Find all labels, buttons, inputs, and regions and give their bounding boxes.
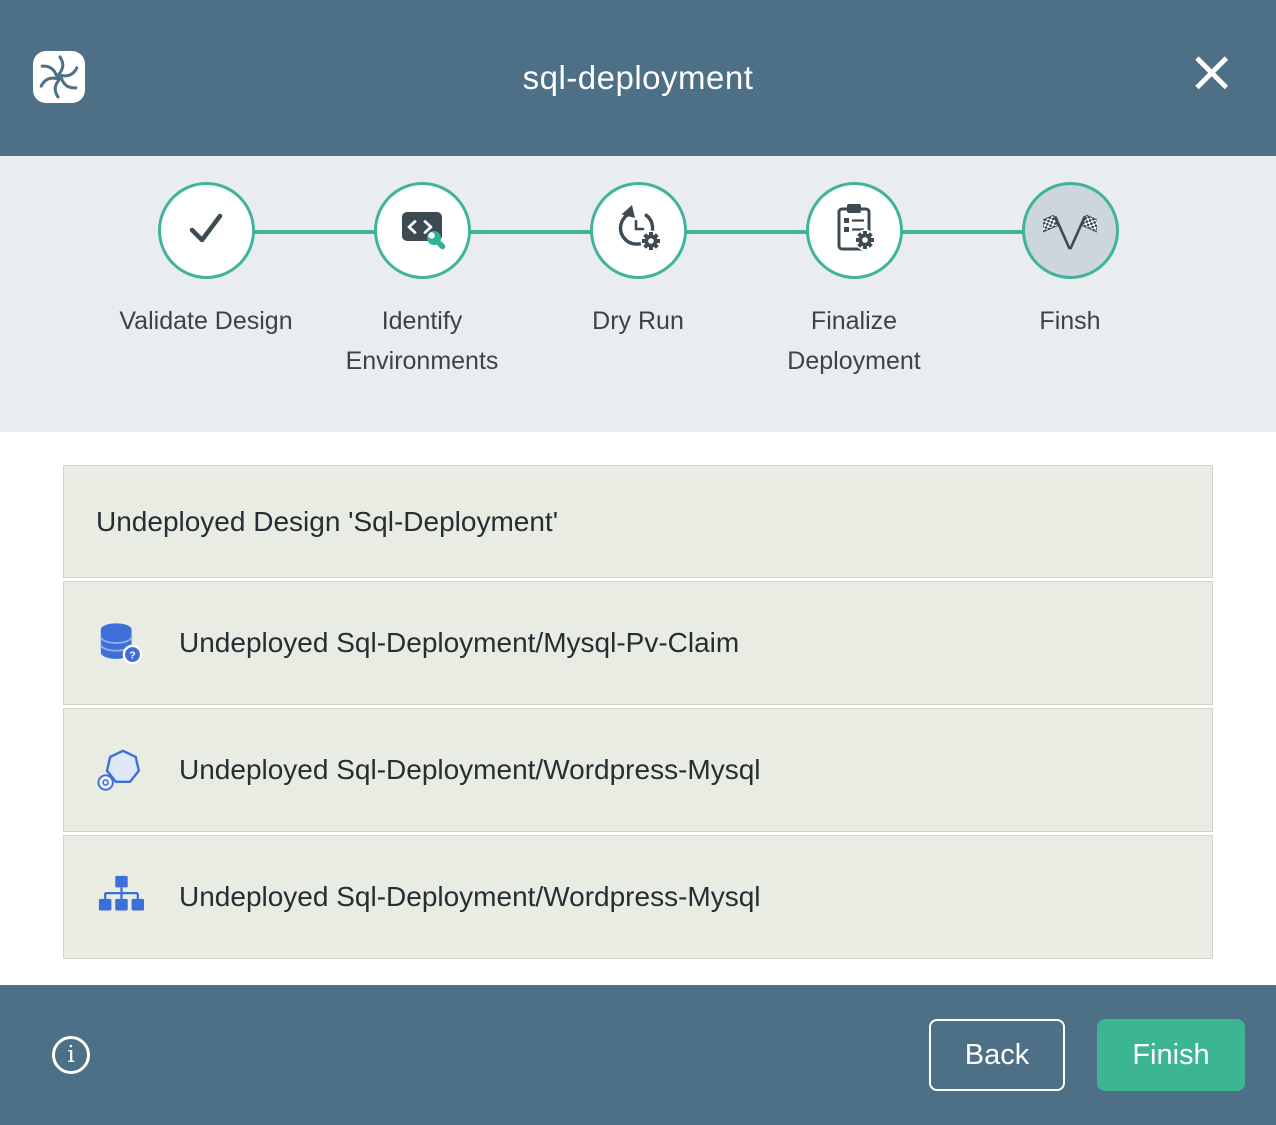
- database-icon: ?: [96, 618, 146, 668]
- step-finish: Finsh: [962, 182, 1178, 381]
- step-label: Identify Environments: [316, 302, 528, 381]
- checkered-flags-icon: [1043, 201, 1097, 260]
- svg-text:?: ?: [129, 649, 135, 661]
- code-wrench-icon: [397, 203, 447, 258]
- log-row-design: Undeployed Design 'Sql-Deployment': [63, 465, 1213, 578]
- info-glyph: i: [67, 1042, 74, 1068]
- history-gear-icon: [612, 202, 664, 259]
- dialog-header: sql-deployment ×: [0, 0, 1276, 156]
- finish-button[interactable]: Finish: [1097, 1019, 1245, 1091]
- check-icon: [181, 203, 231, 258]
- log-row-wordpress-mysql-pod: Undeployed Sql-Deployment/Wordpress-Mysq…: [63, 708, 1213, 832]
- back-button[interactable]: Back: [929, 1019, 1065, 1091]
- step-label: Finalize Deployment: [748, 302, 960, 381]
- step-circle-identify-environments: [374, 182, 471, 279]
- step-identify-environments: Identify Environments: [314, 182, 530, 381]
- service-tree-icon: [96, 872, 146, 922]
- app-logo-icon: [33, 51, 85, 103]
- dialog-footer: i Back Finish: [0, 985, 1276, 1125]
- info-icon[interactable]: i: [52, 1036, 90, 1074]
- close-icon[interactable]: ×: [1187, 42, 1236, 100]
- step-circle-finish: [1022, 182, 1119, 279]
- step-label: Dry Run: [592, 302, 684, 342]
- log-row-pv-claim: ? Undeployed Sql-Deployment/Mysql-Pv-Cla…: [63, 581, 1213, 705]
- step-circle-finalize-deployment: [806, 182, 903, 279]
- step-label: Validate Design: [119, 302, 292, 342]
- step-circle-dry-run: [590, 182, 687, 279]
- log-row-wordpress-mysql-service: Undeployed Sql-Deployment/Wordpress-Mysq…: [63, 835, 1213, 959]
- deployment-log: Undeployed Design 'Sql-Deployment' ? Und…: [0, 432, 1276, 985]
- step-validate-design: Validate Design: [98, 182, 314, 381]
- step-label: Finsh: [1039, 302, 1100, 342]
- deployment-wizard-dialog: sql-deployment × Validate Design: [0, 0, 1276, 1125]
- step-finalize-deployment: Finalize Deployment: [746, 182, 962, 381]
- step-dry-run: Dry Run: [530, 182, 746, 381]
- log-text: Undeployed Sql-Deployment/Wordpress-Mysq…: [179, 881, 761, 913]
- log-text: Undeployed Sql-Deployment/Wordpress-Mysq…: [179, 754, 761, 786]
- log-text: Undeployed Design 'Sql-Deployment': [96, 506, 558, 538]
- pod-icon: [96, 745, 146, 795]
- clipboard-gear-icon: [828, 202, 880, 259]
- step-circle-validate-design: [158, 182, 255, 279]
- wizard-stepper: Validate Design Ident: [0, 156, 1276, 432]
- log-text: Undeployed Sql-Deployment/Mysql-Pv-Claim: [179, 627, 739, 659]
- dialog-title: sql-deployment: [523, 59, 754, 97]
